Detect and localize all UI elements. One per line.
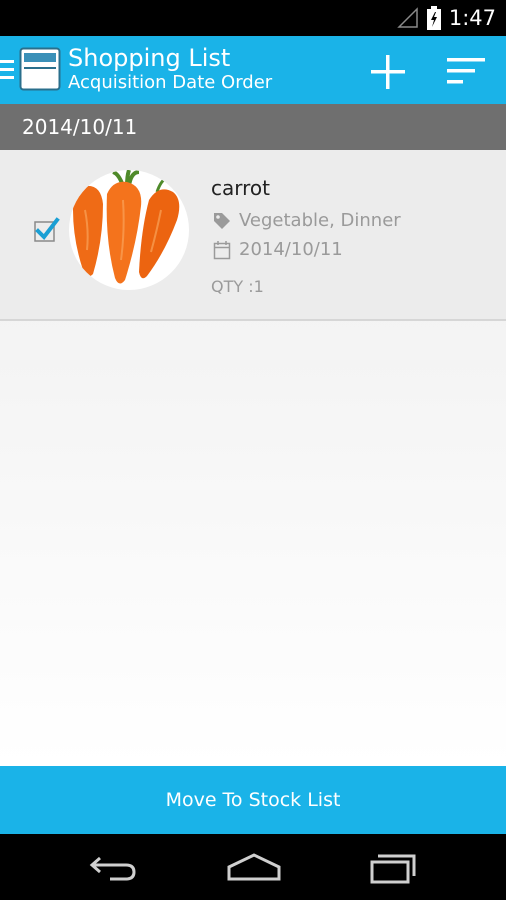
app-list-icon[interactable] [19,47,61,91]
signal-icon [397,7,418,28]
item-tags-text: Vegetable, Dinner [239,210,401,231]
item-name: carrot [211,176,270,200]
item-tags: Vegetable, Dinner [213,210,401,231]
page-title: Shopping List [68,44,231,72]
item-date-text: 2014/10/11 [239,239,343,260]
recent-apps-icon[interactable] [368,852,418,884]
navigation-bar [0,834,506,900]
item-quantity: QTY :1 [211,277,264,296]
page-subtitle: Acquisition Date Order [68,72,273,93]
battery-charging-icon [426,6,441,30]
item-date: 2014/10/11 [213,239,343,260]
tag-icon [214,212,230,229]
status-bar: 1:47 [0,0,506,36]
move-to-stock-list-button[interactable]: Move To Stock List [0,766,506,834]
shopping-list[interactable]: carrot Vegetable, Dinner 2014/10/11 QTY … [0,150,506,766]
item-checkbox[interactable] [32,216,60,244]
title-block: Shopping List Acquisition Date Order [68,44,272,94]
carrot-photo [69,170,189,290]
action-bar: Shopping List Acquisition Date Order [0,36,506,104]
home-icon[interactable] [226,852,282,884]
status-time: 1:47 [448,6,496,30]
drawer-indicator-icon[interactable] [0,58,14,82]
list-item[interactable]: carrot Vegetable, Dinner 2014/10/11 QTY … [0,150,506,321]
sort-icon[interactable] [444,52,488,92]
back-icon[interactable] [88,852,138,884]
plus-icon[interactable] [366,50,410,94]
date-section-header: 2014/10/11 [0,104,506,150]
calendar-icon [213,240,231,259]
